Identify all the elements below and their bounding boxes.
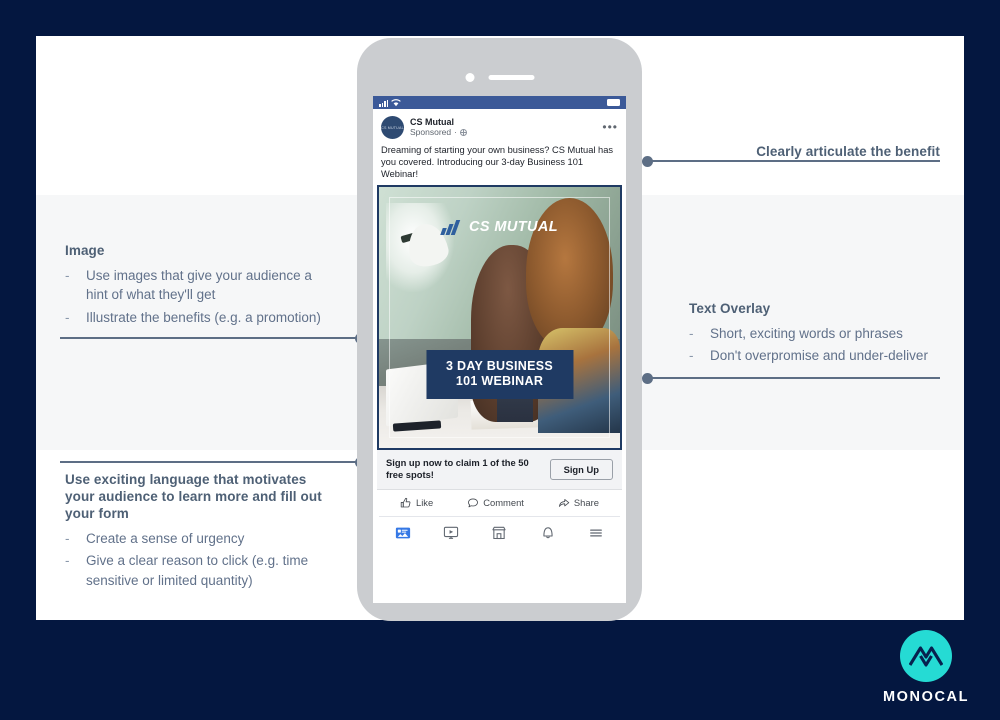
post-header-names: CS Mutual Sponsored · — [410, 117, 602, 137]
bullet-text: Create a sense of urgency — [86, 530, 245, 546]
connector-line-image — [60, 337, 362, 339]
battery-icon — [607, 99, 620, 106]
bullet-dash: - — [689, 325, 694, 341]
bullet-text: Short, exciting words or phrases — [710, 325, 903, 341]
connector-line-benefit — [647, 160, 940, 162]
ad-creative[interactable]: CS MUTUAL 3 DAY BUSINESS 101 WEBINAR — [377, 185, 622, 451]
creative-brand-name: CS MUTUAL — [469, 218, 558, 235]
list-item: - Don't overpromise and under-deliver — [689, 346, 951, 366]
status-bar — [373, 96, 626, 109]
monocal-wordmark: MONOCAL — [882, 689, 970, 705]
list-item: - Use images that give your audience a h… — [65, 266, 327, 305]
annotation-language: Use exciting language that motivates you… — [65, 472, 337, 593]
annotation-text-overlay-bullets: - Short, exciting words or phrases - Don… — [689, 324, 951, 366]
bullet-dash: - — [65, 310, 70, 325]
phone-speaker-group — [465, 73, 534, 82]
post-header: CS MUTUAL CS Mutual Sponsored · ••• — [373, 109, 626, 142]
video-icon[interactable] — [443, 525, 459, 541]
bottom-nav — [373, 517, 626, 551]
avatar-mark-label: CS MUTUAL — [381, 125, 404, 130]
cta-text: Sign up now to claim 1 of the 50 free sp… — [386, 457, 529, 481]
bullet-text: Illustrate the benefits (e.g. a promotio… — [86, 310, 321, 325]
phone-screen: CS MUTUAL CS Mutual Sponsored · ••• Drea… — [373, 96, 626, 603]
annotation-text-overlay-heading: Text Overlay — [689, 301, 771, 316]
annotation-language-bullets: - Create a sense of urgency - Give a cle… — [65, 529, 337, 591]
bullet-text: Don't overpromise and under-deliver — [710, 348, 928, 364]
bullet-text: Give a clear reason to click (e.g. time … — [86, 553, 309, 588]
thumbs-up-icon — [400, 497, 411, 508]
bullet-dash: - — [65, 530, 70, 546]
cs-mutual-avatar[interactable]: CS MUTUAL — [381, 116, 404, 139]
marketplace-icon[interactable] — [491, 525, 507, 541]
connector-line-text-overlay — [647, 377, 940, 379]
list-item: - Illustrate the benefits (e.g. a promot… — [65, 308, 327, 328]
cta-band: Sign up now to claim 1 of the 50 free sp… — [377, 450, 622, 490]
separator-dot: · — [454, 126, 457, 137]
comment-label: Comment — [483, 497, 524, 509]
annotation-text-overlay: Text Overlay - Short, exciting words or … — [689, 301, 951, 369]
sign-up-button[interactable]: Sign Up — [549, 458, 613, 480]
news-feed-icon[interactable] — [395, 525, 411, 541]
status-bar-left — [379, 98, 402, 107]
post-actions: Like Comment Share — [379, 490, 620, 517]
share-arrow-icon — [558, 498, 570, 507]
annotation-image-bullets: - Use images that give your audience a h… — [65, 266, 327, 328]
overlay-line-1: 3 DAY BUSINESS — [445, 359, 554, 374]
monocal-mountain-icon — [909, 646, 943, 667]
bullet-dash: - — [689, 348, 694, 364]
post-subtitle: Sponsored · — [410, 126, 602, 137]
annotation-image: Image - Use images that give your audien… — [65, 243, 327, 331]
list-item: - Short, exciting words or phrases — [689, 324, 951, 344]
share-label: Share — [573, 497, 599, 509]
signal-bars-icon — [379, 99, 389, 107]
annotation-benefit-heading: Clearly articulate the benefit — [756, 144, 940, 159]
sponsored-label: Sponsored — [410, 126, 452, 137]
bullet-dash: - — [65, 267, 70, 283]
like-label: Like — [416, 497, 434, 509]
comment-bubble-icon — [468, 498, 479, 507]
notifications-bell-icon[interactable] — [540, 525, 556, 541]
cs-mutual-chevron-mark — [439, 219, 462, 235]
list-item: - Create a sense of urgency — [65, 529, 337, 549]
wifi-icon — [391, 99, 402, 107]
annotation-language-heading: Use exciting language that motivates you… — [65, 472, 322, 521]
creative-text-overlay: 3 DAY BUSINESS 101 WEBINAR — [425, 350, 574, 399]
phone-mockup: CS MUTUAL CS Mutual Sponsored · ••• Drea… — [357, 38, 642, 621]
screenshot-root: Image - Use images that give your audien… — [0, 0, 1000, 720]
bullet-dash: - — [65, 553, 70, 569]
earpiece-grill-icon — [488, 75, 534, 80]
hamburger-menu-icon[interactable] — [588, 525, 604, 541]
connector-line-language — [60, 461, 362, 463]
list-item: - Give a clear reason to click (e.g. tim… — [65, 551, 337, 590]
creative-brand-lockup: CS MUTUAL — [439, 218, 558, 235]
share-button[interactable]: Share — [558, 497, 599, 509]
annotation-image-heading: Image — [65, 243, 105, 258]
monocal-logo-circle — [900, 630, 952, 682]
globe-icon — [459, 128, 467, 136]
bullet-text: Use images that give your audience a hin… — [86, 267, 312, 303]
front-camera-icon — [465, 73, 474, 82]
monocal-logo: MONOCAL — [880, 630, 972, 705]
overlay-line-2: 101 WEBINAR — [455, 374, 544, 389]
post-body-text: Dreaming of starting your own business? … — [381, 145, 614, 180]
comment-button[interactable]: Comment — [467, 497, 524, 509]
like-button[interactable]: Like — [400, 497, 433, 509]
ellipsis-icon[interactable]: ••• — [602, 121, 618, 133]
